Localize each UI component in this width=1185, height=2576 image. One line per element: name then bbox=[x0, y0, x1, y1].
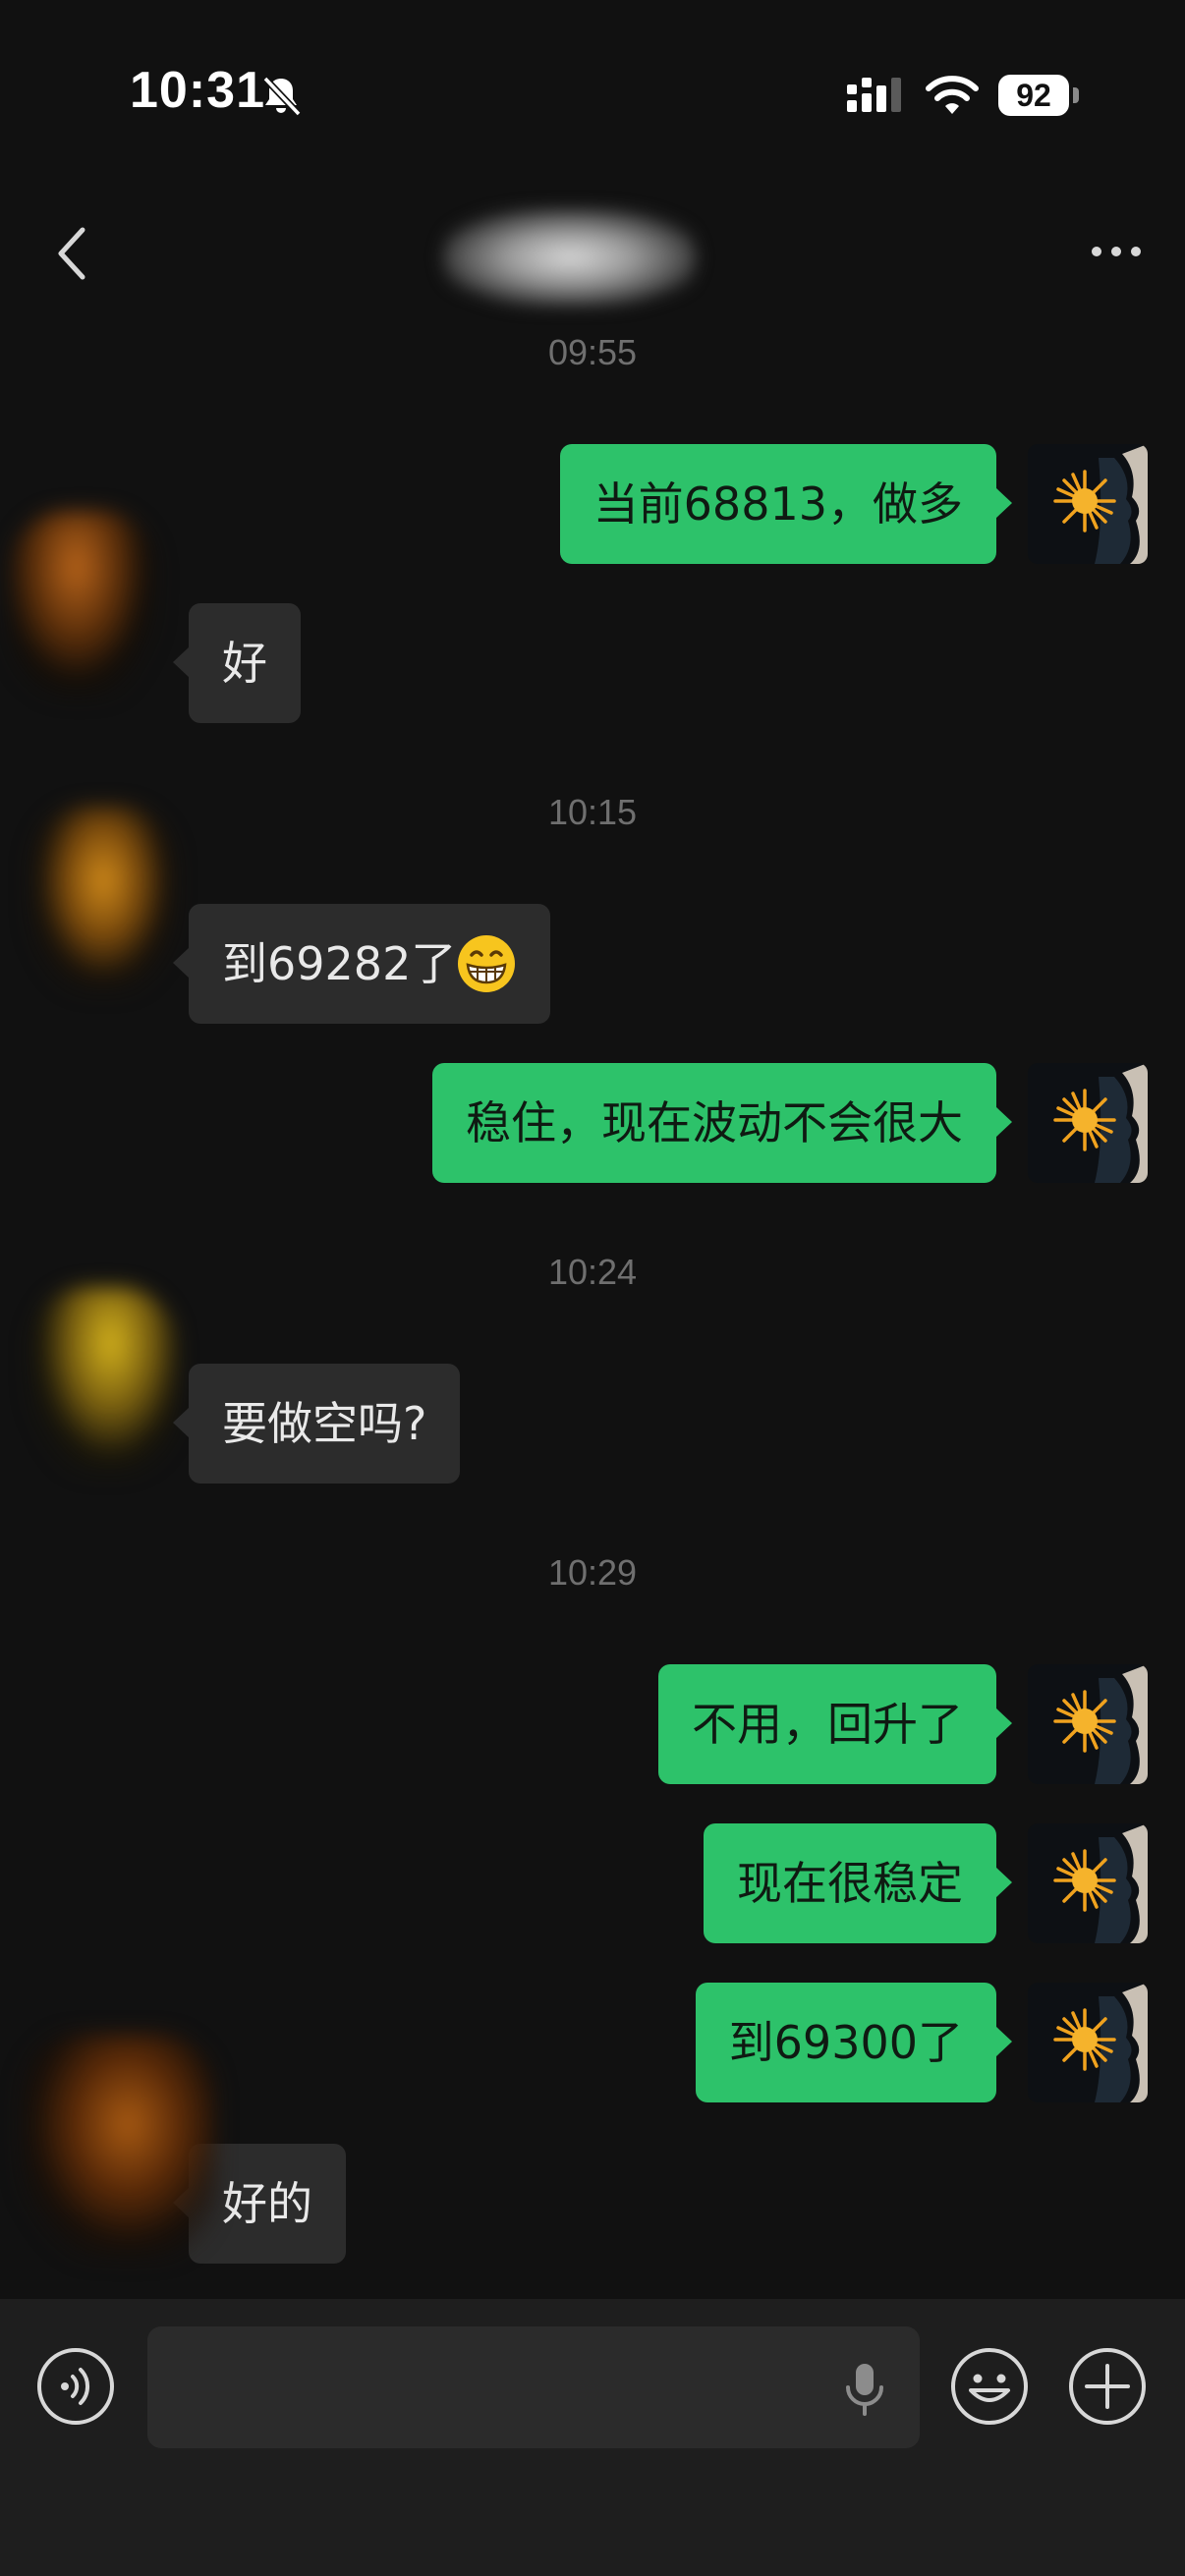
outgoing-message[interactable]: 到69300了 bbox=[695, 1983, 1013, 2102]
emoji-icon[interactable] bbox=[949, 2346, 1030, 2427]
battery-tip bbox=[1073, 87, 1079, 103]
contact-avatar[interactable] bbox=[29, 1287, 177, 1474]
contact-avatar[interactable] bbox=[20, 2034, 216, 2260]
message-timestamp: 10:29 bbox=[547, 1552, 638, 1593]
contact-avatar[interactable] bbox=[10, 511, 157, 698]
status-bar: 10:31 92 bbox=[0, 0, 1185, 196]
voice-icon[interactable] bbox=[35, 2346, 116, 2427]
message-timestamp: 09:55 bbox=[547, 332, 638, 372]
contact-name-redacted bbox=[442, 208, 698, 307]
microphone-icon[interactable] bbox=[843, 2362, 886, 2417]
message-input[interactable] bbox=[147, 2326, 920, 2448]
message-text: 到69282了 bbox=[222, 937, 457, 990]
more-dots-icon[interactable] bbox=[1089, 240, 1144, 263]
bell-slash-icon bbox=[262, 76, 302, 117]
outgoing-message[interactable]: 现在很稳定 bbox=[704, 1823, 1012, 1943]
chevron-left-icon[interactable] bbox=[49, 224, 96, 283]
wifi-icon bbox=[926, 76, 979, 114]
outgoing-message[interactable]: 不用，回升了 bbox=[658, 1664, 1012, 1784]
self-avatar[interactable] bbox=[1028, 444, 1148, 564]
incoming-message[interactable]: 要做空吗? bbox=[172, 1364, 461, 1484]
grinning-face-icon bbox=[458, 934, 516, 992]
self-avatar[interactable] bbox=[1028, 1983, 1148, 2102]
message-timestamp: 10:24 bbox=[547, 1252, 638, 1292]
self-avatar[interactable] bbox=[1028, 1664, 1148, 1784]
contact-avatar[interactable] bbox=[29, 806, 177, 992]
incoming-message[interactable]: 好 bbox=[173, 603, 301, 723]
self-avatar[interactable] bbox=[1028, 1063, 1148, 1183]
plus-icon[interactable] bbox=[1067, 2346, 1148, 2427]
incoming-message[interactable]: 到69282了 bbox=[172, 904, 551, 1024]
battery-indicator: 92 bbox=[998, 75, 1079, 116]
outgoing-message[interactable]: 当前68813，做多 bbox=[559, 444, 1013, 564]
signal-icon bbox=[847, 78, 901, 112]
message-timestamp: 10:15 bbox=[547, 792, 638, 832]
outgoing-message[interactable]: 稳住，现在波动不会很大 bbox=[432, 1063, 1012, 1183]
status-time: 10:31 bbox=[130, 62, 265, 119]
battery-percent: 92 bbox=[1016, 78, 1051, 113]
self-avatar[interactable] bbox=[1028, 1823, 1148, 1943]
